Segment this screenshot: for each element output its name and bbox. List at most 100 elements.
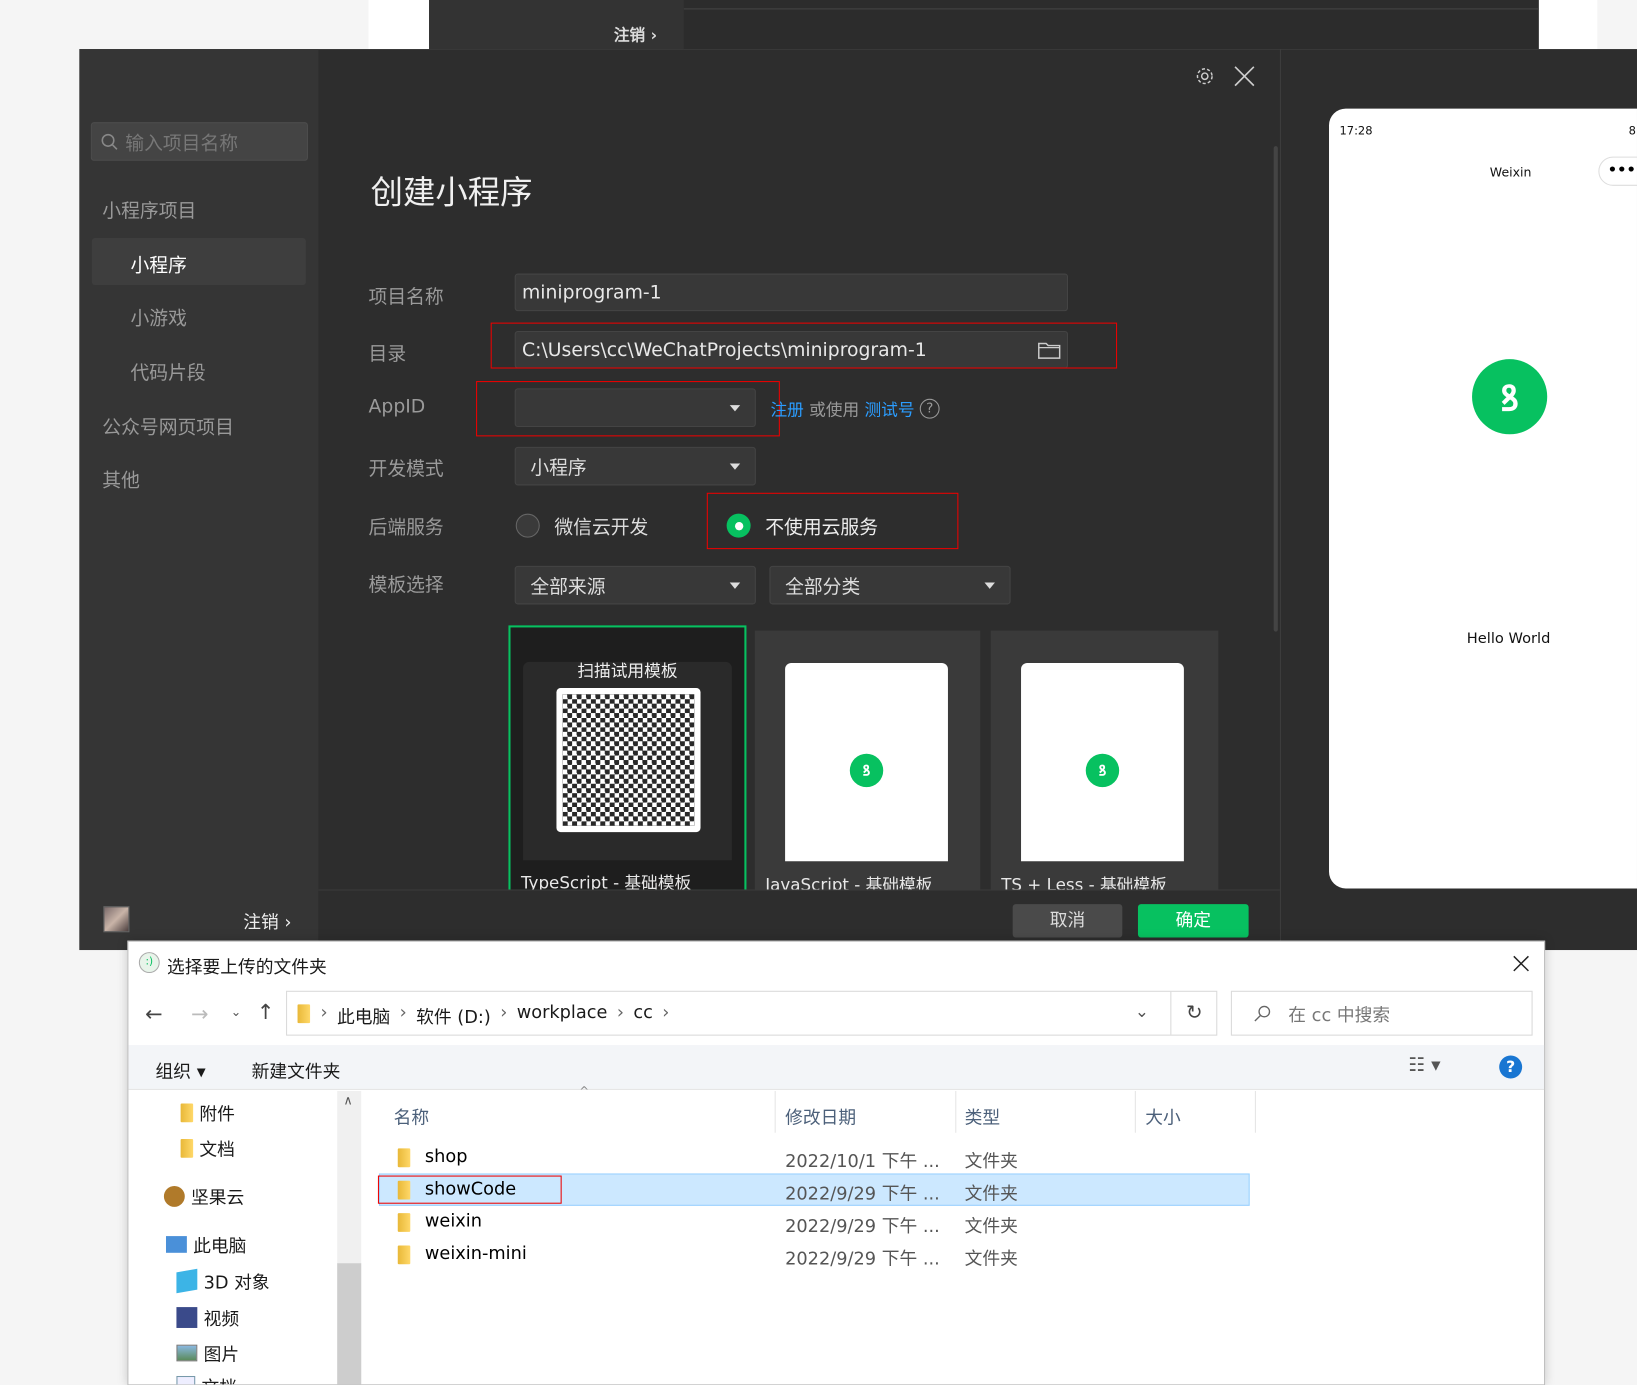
video-icon xyxy=(176,1306,198,1328)
file-row[interactable]: weixin 2022/9/29 下午 ... 文件夹 xyxy=(379,1206,1250,1238)
wechat-devtools-icon: :) xyxy=(138,952,160,974)
nav-item[interactable]: 文档 xyxy=(176,1373,237,1385)
breadcrumb-item[interactable]: cc xyxy=(633,1002,653,1028)
sort-asc-icon: ^ xyxy=(579,1084,590,1099)
status-battery: 8 xyxy=(1628,124,1636,138)
page-title: 创建小程序 xyxy=(370,174,533,212)
column-date[interactable]: 修改日期 xyxy=(785,1102,856,1129)
forward-icon[interactable]: → xyxy=(191,1001,209,1026)
close-icon[interactable] xyxy=(1233,65,1256,88)
source-select[interactable]: 全部来源 xyxy=(514,565,756,605)
nav-item[interactable]: 视频 xyxy=(176,1304,239,1330)
or-text: 或使用 xyxy=(809,399,860,420)
create-miniprogram-dialog: 输入项目名称 小程序项目 小程序 小游戏 代码片段 公众号网页项目 其他 注销 … xyxy=(79,49,1637,951)
mode-label: 开发模式 xyxy=(368,458,444,481)
template-label-ts: TypeScript - 基础模板 xyxy=(520,872,692,892)
3d-objects-icon xyxy=(176,1268,198,1293)
refresh-icon[interactable]: ↻ xyxy=(1170,991,1217,1035)
name-label: 项目名称 xyxy=(368,286,444,308)
help-icon[interactable]: ? xyxy=(919,398,940,419)
sidebar: 输入项目名称 小程序项目 小程序 小游戏 代码片段 公众号网页项目 其他 注销 … xyxy=(79,49,319,951)
nav-item[interactable]: 文档 xyxy=(180,1135,235,1161)
toolbar: 组织 ▾ 新建文件夹 ☷ ▾ ? xyxy=(128,1045,1545,1090)
computer-icon xyxy=(165,1235,187,1253)
sidebar-item-other[interactable]: 其他 xyxy=(102,466,140,493)
scrollbar[interactable] xyxy=(1273,146,1278,632)
breadcrumb-item[interactable]: 此电脑 xyxy=(337,1002,390,1028)
help-icon[interactable]: ? xyxy=(1499,1055,1523,1079)
breadcrumb-item[interactable]: workplace xyxy=(517,1002,608,1028)
dir-label: 目录 xyxy=(368,343,407,366)
search-icon xyxy=(1254,1005,1271,1021)
template-card-javascript[interactable]: ꝸ JavaScript - 基础模板 xyxy=(754,630,981,892)
folder-icon xyxy=(180,1138,194,1158)
breadcrumb-item[interactable]: 软件 (D:) xyxy=(416,1002,491,1028)
mode-select[interactable]: 小程序 xyxy=(514,446,756,486)
organize-button[interactable]: 组织 ▾ xyxy=(156,1057,206,1083)
back-icon[interactable]: ← xyxy=(145,1001,163,1026)
nav-item[interactable]: 3D 对象 xyxy=(176,1267,270,1294)
new-folder-button[interactable]: 新建文件夹 xyxy=(252,1057,341,1083)
search-input[interactable]: 在 cc 中搜索 xyxy=(1230,990,1533,1036)
register-link[interactable]: 注册 xyxy=(770,396,803,421)
highlight-box xyxy=(377,1175,562,1204)
bg-logout[interactable]: 注销 › xyxy=(614,24,657,46)
search-input[interactable]: 输入项目名称 xyxy=(90,122,308,161)
category-select[interactable]: 全部分类 xyxy=(769,565,1011,605)
document-icon xyxy=(176,1375,196,1385)
column-name[interactable]: 名称 xyxy=(394,1102,429,1129)
pictures-icon xyxy=(176,1344,198,1361)
column-size[interactable]: 大小 xyxy=(1145,1102,1180,1129)
template-label-tsless: TS + Less - 基础模板 xyxy=(1001,874,1167,892)
template-card-typescript[interactable]: 扫描试用模板 TypeScript - 基础模板 xyxy=(508,625,747,892)
radio-cloud[interactable] xyxy=(515,513,540,538)
file-row[interactable]: weixin-mini 2022/9/29 下午 ... 文件夹 xyxy=(379,1238,1250,1270)
nav-item[interactable]: 附件 xyxy=(180,1099,235,1125)
search-icon xyxy=(101,133,118,150)
preview-title: Weixin xyxy=(1489,164,1532,180)
folder-icon xyxy=(180,1102,194,1122)
sidebar-item-official-web[interactable]: 公众号网页项目 xyxy=(102,412,234,439)
file-row[interactable]: shop 2022/10/1 下午 ... 文件夹 xyxy=(379,1141,1250,1173)
folder-picker-dialog: :) 选择要上传的文件夹 ← → ⌄ ↑ › 此电脑 › 软件 (D:) › work… xyxy=(127,940,1546,1385)
sidebar-item-miniprogram[interactable]: 小程序 xyxy=(91,238,306,286)
cancel-button[interactable]: 取消 xyxy=(1012,904,1123,938)
column-type[interactable]: 类型 xyxy=(965,1102,1000,1129)
address-bar[interactable]: › 此电脑 › 软件 (D:) › workplace › cc › ⌄ ↻ xyxy=(286,990,1218,1036)
confirm-button[interactable]: 确定 xyxy=(1137,904,1249,938)
highlight-box xyxy=(476,381,780,437)
dialog-title: 选择要上传的文件夹 xyxy=(167,957,327,979)
logout-link[interactable]: 注销 › xyxy=(243,907,291,933)
avatar[interactable] xyxy=(103,906,130,933)
miniprogram-logo-icon: ꝸ xyxy=(1085,753,1120,788)
sidebar-item-snippet[interactable]: 代码片段 xyxy=(131,358,206,385)
chevron-down-icon xyxy=(984,582,995,589)
highlight-box xyxy=(490,322,1118,369)
nav-pane: 附件 文档 坚果云 此电脑 3D 对象 视频 图片 文档 xyxy=(128,1091,361,1385)
close-icon[interactable] xyxy=(1512,954,1531,973)
radio-cloud-label: 微信云开发 xyxy=(554,516,649,539)
nav-item[interactable]: 坚果云 xyxy=(163,1183,244,1209)
chevron-down-icon xyxy=(729,463,741,470)
chevron-down-icon[interactable]: ⌄ xyxy=(1135,1001,1149,1021)
capsule-menu-icon: ••• xyxy=(1598,156,1637,186)
background-window: 注销 › xyxy=(429,0,1539,50)
appid-label: AppID xyxy=(368,395,426,418)
nav-item[interactable]: 此电脑 xyxy=(165,1231,246,1257)
nav-item[interactable]: 图片 xyxy=(176,1339,239,1366)
view-options-icon[interactable]: ☷ ▾ xyxy=(1408,1054,1440,1076)
gear-icon[interactable] xyxy=(1194,66,1215,87)
up-icon[interactable]: ↑ xyxy=(257,999,275,1024)
column-headers: ^ 名称 修改日期 类型 大小 xyxy=(369,1085,1256,1137)
qr-code xyxy=(556,687,701,833)
phone-preview: 17:28 8 Weixin ••• ꝸ Hello World xyxy=(1329,108,1637,889)
recent-chevron-icon[interactable]: ⌄ xyxy=(231,1004,242,1019)
sidebar-item-miniprogram-project[interactable]: 小程序项目 xyxy=(102,196,196,223)
sidebar-item-minigame[interactable]: 小游戏 xyxy=(131,304,187,331)
template-card-ts-less[interactable]: ꝸ TS + Less - 基础模板 xyxy=(990,630,1219,892)
template-label: 模板选择 xyxy=(368,574,444,597)
status-time: 17:28 xyxy=(1339,124,1373,138)
test-account-link[interactable]: 测试号 xyxy=(864,396,914,421)
nav-scrollbar[interactable]: ∧ xyxy=(337,1090,362,1385)
project-name-input[interactable]: miniprogram-1 xyxy=(514,273,1069,312)
